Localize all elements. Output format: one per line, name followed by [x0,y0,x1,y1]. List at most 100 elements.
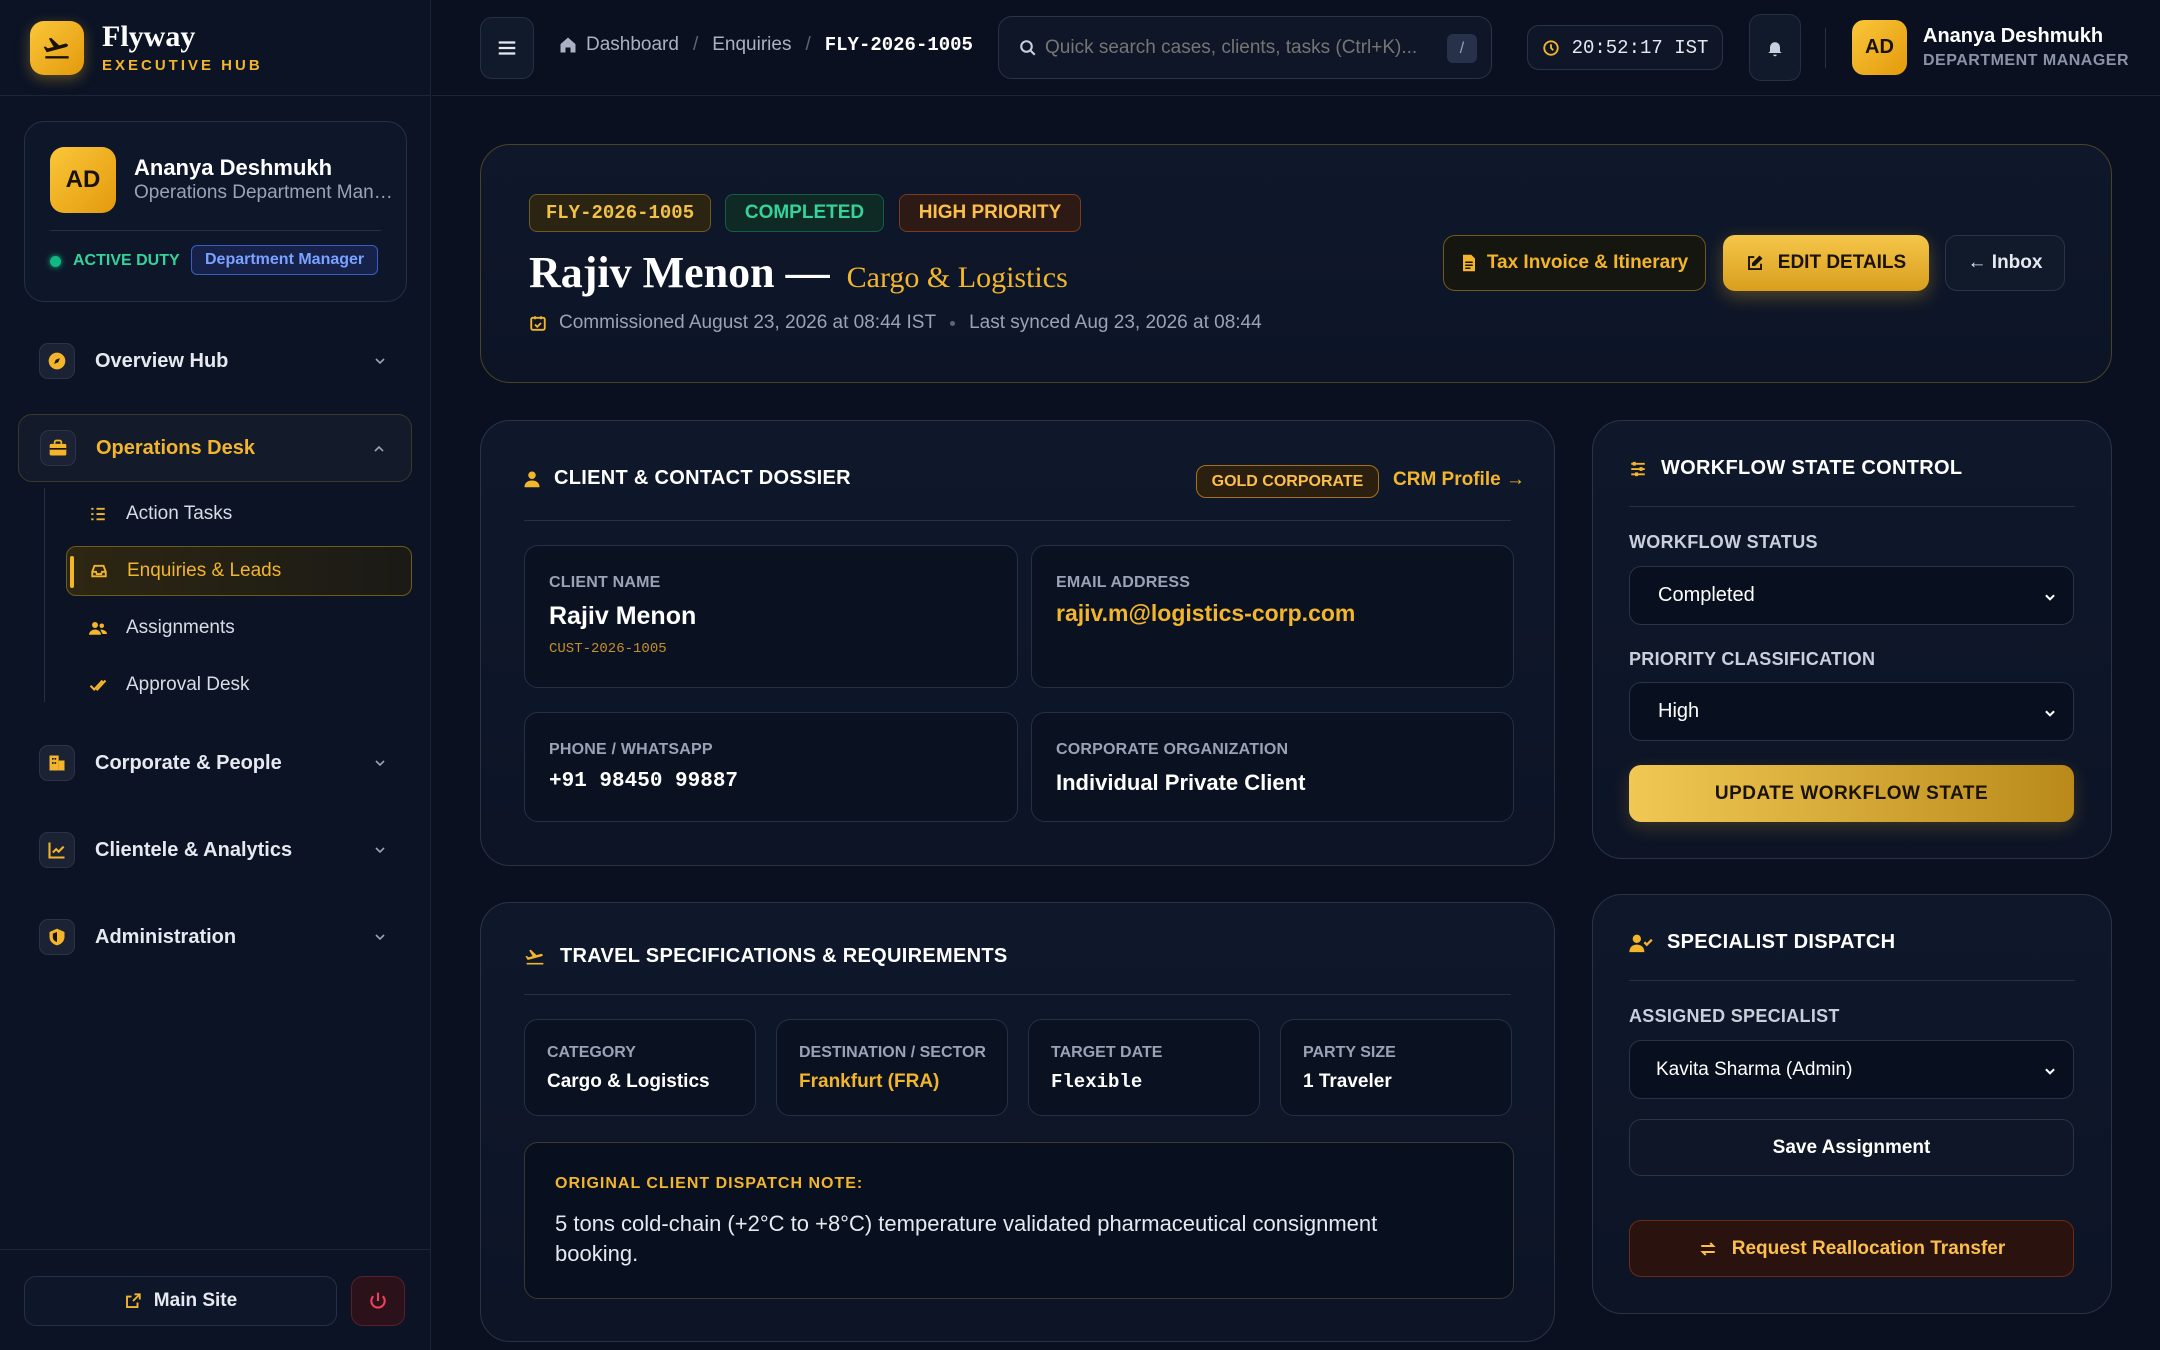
document-icon [1462,254,1475,272]
priority-select[interactable]: High [1629,682,2074,741]
nav-overview-hub[interactable]: Overview Hub [18,327,412,395]
search-input[interactable] [1045,36,1445,59]
target-date-field: TARGET DATE Flexible [1028,1019,1260,1116]
destination-field: DESTINATION / SECTOR Frankfurt (FRA) [776,1019,1008,1116]
profile-name: Ananya Deshmukh [134,155,333,180]
destination-value: Frankfurt (FRA) [799,1071,940,1092]
avatar: AD [50,147,116,213]
sliders-icon [1631,461,1645,476]
update-workflow-button[interactable]: UPDATE WORKFLOW STATE [1629,765,2074,822]
compass-icon [39,343,75,379]
nav-administration[interactable]: Administration [18,903,412,971]
specialist-select[interactable]: Kavita Sharma (Admin) [1629,1040,2074,1099]
main-site-button[interactable]: Main Site [24,1276,337,1326]
workflow-control-card: WORKFLOW STATE CONTROL WORKFLOW STATUS C… [1592,420,2112,859]
save-assignment-button[interactable]: Save Assignment [1629,1119,2074,1176]
sidebar-item-enquiries[interactable]: Enquiries & Leads [66,546,412,596]
category-field: CATEGORY Cargo & Logistics [524,1019,756,1116]
divider [1629,506,2075,507]
plane-logo-icon [30,20,84,75]
sidebar-item-approval-desk[interactable]: Approval Desk [66,660,412,710]
email-link[interactable]: rajiv.m@logistics-corp.com [1056,600,1355,627]
chevron-up-icon [374,445,384,452]
menu-toggle-button[interactable] [480,17,534,79]
edit-details-button[interactable]: EDIT DETAILS [1723,235,1929,291]
dispatch-title: SPECIALIST DISPATCH [1667,931,1896,953]
workflow-status-select[interactable]: Completed [1629,566,2074,625]
nav-operations-desk[interactable]: Operations Desk [18,414,412,482]
travel-title: TRAVEL SPECIFICATIONS & REQUIREMENTS [560,945,1008,967]
breadcrumb-enquiries[interactable]: Enquiries [712,34,791,56]
reallocation-button[interactable]: Request Reallocation Transfer [1629,1220,2074,1277]
tier-badge: GOLD CORPORATE [1196,465,1379,498]
divider [524,520,1511,521]
divider [1825,28,1826,68]
nav-corporate-people[interactable]: Corporate & People [18,729,412,797]
user-menu[interactable]: AD Ananya Deshmukh DEPARTMENT MANAGER [1852,20,2129,75]
client-dossier-card: CLIENT & CONTACT DOSSIER GOLD CORPORATE … [480,420,1555,866]
status-badge: COMPLETED [725,194,884,232]
chevron-down-icon [375,847,385,854]
separator-dot [950,320,956,326]
crm-profile-link[interactable]: CRM Profile → [1393,469,1525,491]
section-title: SPECIALIST DISPATCH [1629,931,1895,954]
clock-display: 20:52:17 IST [1527,25,1723,70]
edit-icon [1747,255,1763,270]
sidebar-item-assignments[interactable]: Assignments [66,603,412,653]
specialist-label: ASSIGNED SPECIALIST [1629,1006,1840,1026]
sidebar-item-action-tasks[interactable]: Action Tasks [66,489,412,539]
case-id-badge: FLY-2026-1005 [529,194,711,232]
tax-invoice-button[interactable]: Tax Invoice & Itinerary [1443,235,1706,291]
building-icon [39,745,75,781]
page-title: Rajiv Menon — Cargo & Logistics [529,247,1068,298]
case-header-card: FLY-2026-1005 COMPLETED HIGH PRIORITY Ra… [480,144,2112,383]
note-text: 5 tons cold-chain (+2°C to +8°C) tempera… [555,1211,1378,1266]
nav-operations-label: Operations Desk [96,436,255,459]
chevron-down-icon [375,934,385,941]
field-label: PHONE / WHATSAPP [549,741,713,758]
phone-value: +91 98450 99887 [549,770,739,793]
workflow-status-label: WORKFLOW STATUS [1629,532,1818,552]
search-shortcut-key: / [1447,34,1477,63]
phone-field: PHONE / WHATSAPP +91 98450 99887 [524,712,1018,822]
logout-button[interactable] [351,1276,405,1326]
organization-value: Individual Private Client [1056,770,1306,795]
priority-value: High [1658,700,1700,722]
briefcase-icon [40,430,76,466]
status-dot-icon [50,255,61,267]
field-label: CORPORATE ORGANIZATION [1056,741,1289,758]
dossier-title: CLIENT & CONTACT DOSSIER [554,467,851,489]
case-meta: Commissioned August 23, 2026 at 08:44 IS… [529,312,1262,334]
back-to-inbox-button[interactable]: ← Inbox [1945,235,2065,291]
chevron-down-icon [2045,1068,2055,1075]
breadcrumb-dashboard[interactable]: Dashboard [586,34,679,56]
power-icon [370,1292,386,1309]
specialist-value: Kavita Sharma (Admin) [1656,1058,1853,1080]
breadcrumb-separator: / [805,34,811,55]
chart-line-icon [39,832,75,868]
divider [50,230,381,231]
nav-clientele-analytics[interactable]: Clientele & Analytics [18,816,412,884]
user-name: Ananya Deshmukh [1923,25,2104,47]
breadcrumb-current: FLY-2026-1005 [824,34,973,56]
notifications-button[interactable] [1749,14,1801,81]
client-name-field: CLIENT NAME Rajiv Menon CUST-2026-1005 [524,545,1018,688]
calendar-check-icon [530,316,546,331]
chevron-down-icon [2045,710,2055,717]
nav-corporate-label: Corporate & People [95,751,282,774]
client-name-value: Rajiv Menon [549,602,697,630]
field-label: CATEGORY [547,1044,636,1061]
party-size-value: 1 Traveler [1303,1071,1392,1092]
sidebar-footer: Main Site [0,1249,431,1350]
nav-admin-label: Administration [95,925,237,948]
nav-overview-label: Overview Hub [95,349,229,372]
brand-name: Flyway [102,20,196,53]
organization-field: CORPORATE ORGANIZATION Individual Privat… [1031,712,1514,822]
field-label: DESTINATION / SECTOR [799,1044,986,1061]
specialist-dispatch-card: SPECIALIST DISPATCH ASSIGNED SPECIALIST … [1592,894,2112,1314]
brand[interactable]: Flyway EXECUTIVE HUB [0,0,430,96]
list-icon [88,505,108,523]
plane-departure-icon [525,949,544,964]
submenu-guide [44,488,45,702]
field-label: TARGET DATE [1051,1044,1163,1061]
